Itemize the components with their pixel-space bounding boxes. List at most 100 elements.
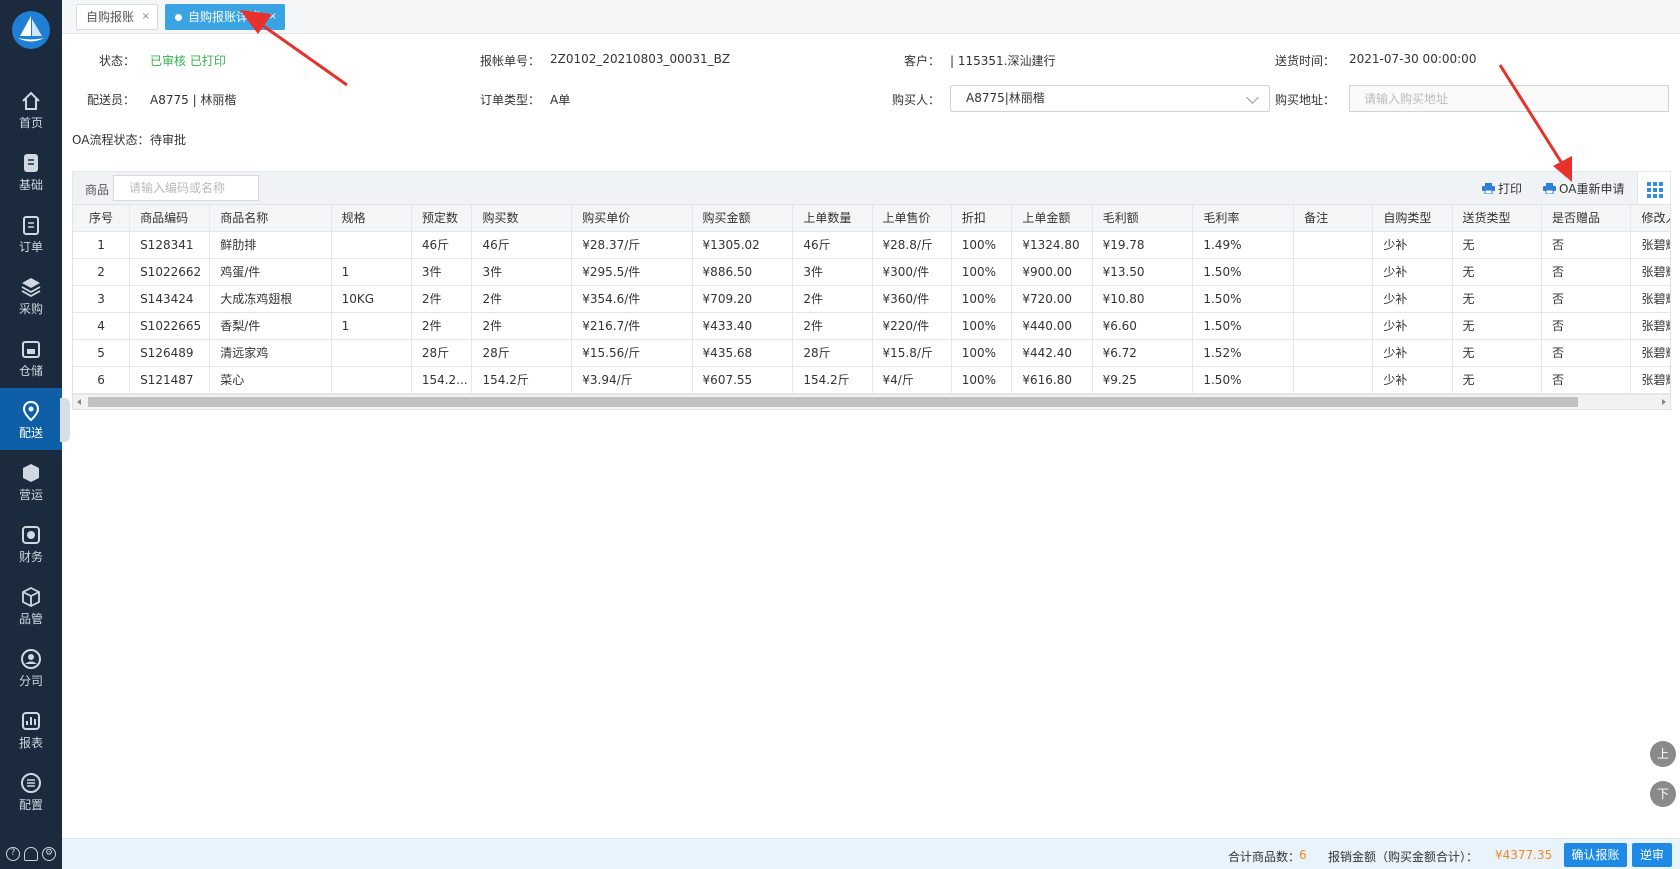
table-cell: 2件 xyxy=(792,285,873,313)
tab-bar: 自购报账 × 自购报账详情 × xyxy=(62,0,1680,34)
bar-chart-icon xyxy=(22,712,40,730)
table-cell: 无 xyxy=(1452,285,1542,313)
help-icon[interactable]: ? xyxy=(6,847,20,861)
table-row[interactable]: 5 S126489 清远家鸡 28斤 28斤 ¥15.56/斤 ¥435.68 28斤 ¥15.… xyxy=(73,339,1670,367)
table-cell: ¥6.60 xyxy=(1092,312,1194,340)
sidebar-item-label: 品管 xyxy=(18,612,43,626)
printer-icon xyxy=(1482,183,1495,194)
table-cell: ¥4/斤 xyxy=(872,366,952,394)
clipboard-icon xyxy=(23,216,39,235)
bell-icon[interactable] xyxy=(24,847,38,861)
column-header[interactable]: 购买金额 xyxy=(692,205,794,232)
table-cell: 154.2... xyxy=(411,366,473,394)
table-cell: ¥216.7/件 xyxy=(571,312,693,340)
item-count-value: 6 xyxy=(1299,848,1307,862)
table-cell: 154.2斤 xyxy=(792,366,873,394)
sidebar-item[interactable]: 仓储 xyxy=(0,326,62,388)
column-header[interactable]: 上单售价 xyxy=(872,205,952,232)
sidebar-item[interactable]: 财务 xyxy=(0,512,62,574)
tab-self-purchase-detail[interactable]: 自购报账详情 × xyxy=(165,4,285,30)
sidebar-item[interactable]: 报表 xyxy=(0,698,62,760)
column-header[interactable]: 购买单价 xyxy=(571,205,693,232)
sidebar-item-label: 仓储 xyxy=(18,364,43,378)
user-circle-icon xyxy=(21,649,41,669)
column-header[interactable]: 毛利率 xyxy=(1192,205,1295,232)
oa-reapply-button[interactable]: OA重新申请 xyxy=(1543,180,1624,197)
sidebar-item[interactable]: 分司 xyxy=(0,636,62,698)
sidebar-item[interactable]: 订单 xyxy=(0,202,62,264)
home-icon xyxy=(22,91,40,110)
table-cell: 28斤 xyxy=(792,339,873,367)
column-header[interactable]: 自购类型 xyxy=(1372,205,1453,232)
column-header[interactable]: 预定数 xyxy=(411,205,473,232)
column-header[interactable]: 商品编码 xyxy=(129,205,211,232)
table-row[interactable]: 4 S1022665 香梨/件 1 2件 2件 ¥216.7/件 ¥433.40 2件 ¥220/… xyxy=(73,312,1670,340)
table-cell: 无 xyxy=(1452,258,1542,286)
scroll-up-button[interactable]: 上 xyxy=(1650,741,1676,767)
table-cell: 否 xyxy=(1541,312,1632,340)
scrollbar-thumb[interactable] xyxy=(88,397,1578,407)
reverse-audit-button[interactable]: 逆审 xyxy=(1632,843,1672,867)
table-cell: S128341 xyxy=(129,231,211,259)
delivery-time-label: 送货时间： xyxy=(1274,54,1335,68)
column-header[interactable]: 上单数量 xyxy=(792,205,873,232)
table-cell: 1 xyxy=(73,231,131,259)
item-count-label: 合计商品数： xyxy=(1228,850,1301,864)
table-cell: S143424 xyxy=(129,285,211,313)
print-button[interactable]: 打印 xyxy=(1482,180,1522,197)
table-cell: 3件 xyxy=(792,258,873,286)
column-header[interactable]: 是否赠品 xyxy=(1541,205,1632,232)
detail-table: 序号 商品编码 商品名称 规格 预定数 购买数 购买单价 购买金额 上单数量 上单售价 折扣 上单金额… xyxy=(72,204,1671,410)
table-cell: ¥435.68 xyxy=(692,339,794,367)
column-header[interactable]: 送货类型 xyxy=(1452,205,1542,232)
column-header[interactable]: 序号 xyxy=(73,205,131,232)
table-row[interactable]: 1 S128341 鲜肋排 46斤 46斤 ¥28.37/斤 ¥1305.02 46斤 ¥28.… xyxy=(73,231,1670,259)
sidebar-collapse-handle[interactable] xyxy=(60,398,70,442)
table-cell: ¥300/件 xyxy=(872,258,952,286)
buyer-select[interactable]: A8775|林丽楷 xyxy=(950,85,1270,112)
table-cell xyxy=(1293,339,1374,367)
horizontal-scrollbar[interactable] xyxy=(73,394,1670,409)
close-icon[interactable]: × xyxy=(142,5,150,29)
column-header[interactable]: 毛利额 xyxy=(1092,205,1194,232)
app-logo[interactable] xyxy=(11,10,51,50)
column-header[interactable]: 修改人 xyxy=(1630,205,1670,232)
table-cell: 张碧辉 xyxy=(1630,339,1670,367)
scroll-right-icon[interactable] xyxy=(1662,399,1666,405)
table-row[interactable]: 6 S121487 菜心 154.2... 154.2斤 ¥3.94/斤 ¥607.55 15… xyxy=(73,366,1670,394)
column-header[interactable]: 商品名称 xyxy=(209,205,332,232)
sidebar-item[interactable]: 配送 xyxy=(0,388,62,450)
scroll-left-icon[interactable] xyxy=(77,399,81,405)
sidebar-item[interactable]: 品管 xyxy=(0,574,62,636)
column-header[interactable]: 上单金额 xyxy=(1011,205,1093,232)
table-row[interactable]: 3 S143424 大成冻鸡翅根 10KG 2件 2件 ¥354.6/件 ¥709.20 2件 ¥… xyxy=(73,285,1670,313)
table-cell: ¥616.80 xyxy=(1011,366,1093,394)
sidebar-item[interactable]: 首页 xyxy=(0,78,62,140)
gear-icon[interactable]: ⚙ xyxy=(42,847,56,861)
scroll-down-button[interactable]: 下 xyxy=(1650,781,1676,807)
sidebar-item[interactable]: 采购 xyxy=(0,264,62,326)
table-cell: 3 xyxy=(73,285,131,313)
tab-self-purchase[interactable]: 自购报账 × xyxy=(76,4,158,30)
table-cell: 张碧辉 xyxy=(1630,366,1670,394)
column-settings-button[interactable] xyxy=(1637,172,1670,204)
column-header[interactable]: 购买数 xyxy=(471,205,573,232)
table-cell xyxy=(1293,285,1374,313)
sidebar-item[interactable]: 营运 xyxy=(0,450,62,512)
close-icon[interactable]: × xyxy=(269,5,277,29)
table-cell: 1 xyxy=(331,312,412,340)
confirm-reimburse-button[interactable]: 确认报账 xyxy=(1564,843,1627,867)
sidebar-item[interactable]: 配置 xyxy=(0,760,62,822)
table-row[interactable]: 2 S1022662 鸡蛋/件 1 3件 3件 ¥295.5/件 ¥886.50 3件 ¥300/… xyxy=(73,258,1670,286)
table-cell: 2件 xyxy=(471,285,573,313)
column-header[interactable]: 规格 xyxy=(331,205,412,232)
address-input[interactable] xyxy=(1349,85,1669,112)
sidebar-item[interactable]: 基础 xyxy=(0,140,62,202)
table-cell: 否 xyxy=(1541,258,1632,286)
table-cell: 无 xyxy=(1452,231,1542,259)
sidebar-item-label: 配送 xyxy=(18,426,43,440)
column-header[interactable]: 备注 xyxy=(1293,205,1374,232)
column-header[interactable]: 折扣 xyxy=(951,205,1013,232)
product-search-input[interactable] xyxy=(113,175,259,201)
warehouse-icon xyxy=(22,341,40,358)
